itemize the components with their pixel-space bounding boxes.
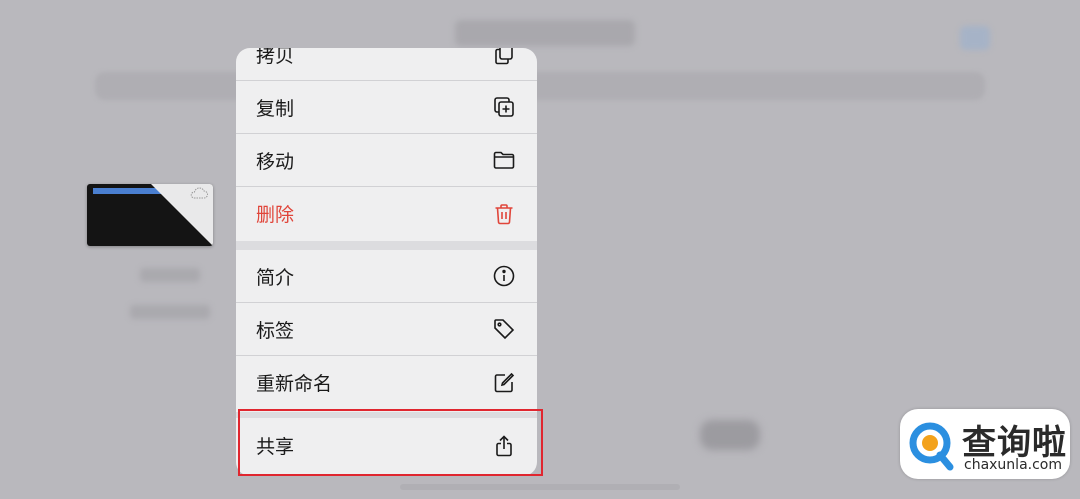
watermark-text-en: chaxunla.com [964,457,1062,473]
cloud-icon [190,187,208,199]
menu-item-label: 删除 [256,204,295,226]
menu-section-separator [236,241,537,250]
menu-item-label: 拷贝 [256,48,295,67]
rename-icon [491,370,517,396]
info-icon [491,263,517,289]
menu-item-label: 简介 [256,266,295,289]
home-indicator [400,484,680,490]
menu-item-label: 重新命名 [256,373,333,395]
menu-item-copy[interactable]: 拷贝 [236,48,537,81]
menu-item-rename[interactable]: 重新命名 [236,356,537,409]
search-q-icon [909,422,954,471]
background-search-bar [95,72,985,100]
tag-icon [491,316,517,342]
background-toolbar-icon [700,420,760,450]
duplicate-icon [491,94,517,120]
copy-icon [491,48,517,67]
watermark-logo: 查询啦 chaxunla.com [900,409,1070,479]
menu-item-info[interactable]: 简介 [236,250,537,303]
menu-item-tags[interactable]: 标签 [236,303,537,356]
background-file-info [130,305,210,319]
menu-item-label: 移动 [256,150,295,173]
share-highlight-box [238,409,543,476]
menu-item-delete[interactable]: 删除 [236,187,537,240]
folder-icon [491,147,517,173]
background-select-button [960,26,990,50]
background-file-name [140,268,200,282]
trash-icon [491,201,517,227]
menu-item-move[interactable]: 移动 [236,134,537,187]
menu-item-label: 标签 [256,319,295,342]
file-thumbnail[interactable] [87,184,213,246]
background-title [455,20,635,46]
menu-item-duplicate[interactable]: 复制 [236,81,537,134]
menu-item-label: 复制 [256,97,295,120]
